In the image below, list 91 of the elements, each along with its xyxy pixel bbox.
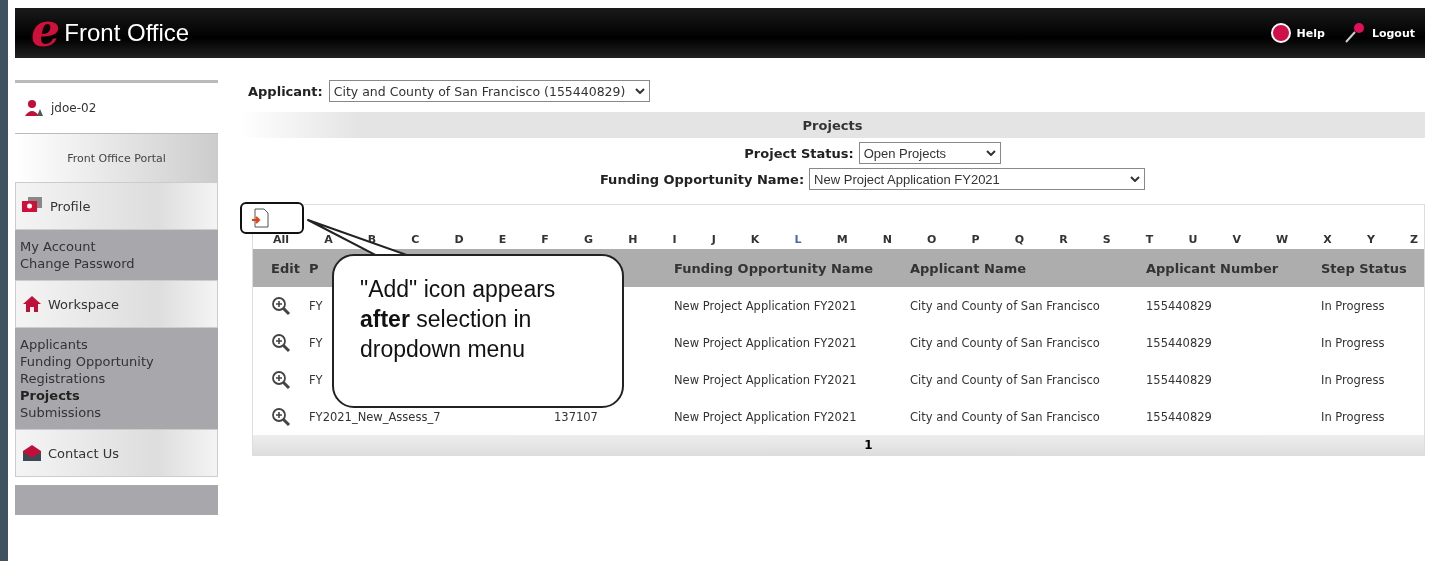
column-header: Applicant Name — [910, 260, 1027, 276]
filter-dropdown[interactable]: Open Projects — [858, 142, 1001, 164]
sidebar-section[interactable]: Profile — [15, 182, 218, 230]
add-document-icon — [252, 208, 270, 228]
zoom-icon[interactable] — [271, 332, 291, 353]
table-cell: In Progress — [1321, 372, 1385, 387]
filter-dropdown[interactable]: New Project Application FY2021 — [809, 168, 1146, 190]
letter-filter[interactable]: Z — [1410, 232, 1418, 246]
column-header: P — [309, 260, 319, 276]
letter-filter[interactable]: E — [498, 232, 507, 246]
applicant-label: Applicant: — [248, 83, 323, 99]
user-name: jdoe-02 — [51, 101, 97, 115]
column-header: Applicant Number — [1146, 260, 1279, 276]
letter-filter[interactable]: O — [927, 232, 937, 246]
letter-filter[interactable]: A — [324, 232, 333, 246]
add-button[interactable] — [240, 202, 304, 234]
letter-filter[interactable]: C — [411, 232, 420, 246]
table-cell: New Project Application FY2021 — [674, 372, 857, 387]
zoom-icon[interactable] — [271, 406, 291, 427]
table-cell: New Project Application FY2021 — [674, 409, 857, 424]
help-icon — [1269, 22, 1292, 44]
profile-icon — [22, 197, 44, 215]
table-cell: FY — [309, 298, 323, 313]
letter-filter[interactable]: F — [541, 232, 549, 246]
key-icon — [1342, 21, 1367, 45]
filter-label: Project Status: — [744, 145, 854, 161]
portal-link[interactable]: Front Office Portal — [15, 133, 218, 182]
letter-filter[interactable]: G — [584, 232, 593, 246]
zoom-icon[interactable] — [271, 295, 291, 316]
mail-icon — [22, 444, 42, 462]
letter-filter[interactable]: N — [882, 232, 892, 246]
letter-filter[interactable]: I — [672, 232, 677, 246]
table-cell: City and County of San Francisco — [910, 335, 1100, 350]
logo-letter: e — [31, 7, 61, 53]
sidebar-link[interactable]: Projects — [20, 387, 213, 404]
letter-filter[interactable]: R — [1059, 232, 1068, 246]
letter-filter[interactable]: T — [1145, 232, 1154, 246]
column-header: Step Status — [1321, 260, 1407, 276]
app-title: Front Office — [64, 19, 190, 47]
page-link[interactable]: 1 — [864, 438, 873, 452]
sidebar-section[interactable]: Workspace — [15, 280, 218, 328]
letter-filter[interactable]: M — [836, 232, 848, 246]
chevron-down-icon — [635, 88, 646, 94]
letter-filter[interactable]: Y — [1366, 232, 1375, 246]
column-header: Funding Opportunity Name — [674, 260, 873, 276]
table-cell: In Progress — [1321, 409, 1385, 424]
letter-filter[interactable]: All — [273, 232, 290, 246]
table-cell: In Progress — [1321, 335, 1385, 350]
sidebar-link[interactable]: Change Password — [20, 255, 213, 272]
applicant-dropdown[interactable]: City and County of San Francisco (155440829) — [328, 80, 651, 102]
chevron-down-icon — [1130, 176, 1141, 182]
sidebar-link[interactable]: Submissions — [20, 404, 213, 421]
home-icon — [22, 295, 42, 313]
table-cell: City and County of San Francisco — [910, 298, 1100, 313]
letter-filter[interactable]: H — [628, 232, 638, 246]
letter-filter[interactable]: S — [1102, 232, 1111, 246]
table-cell: FY — [309, 372, 323, 387]
column-header: Edit — [271, 260, 300, 276]
letter-filter[interactable]: U — [1188, 232, 1198, 246]
zoom-icon[interactable] — [271, 369, 291, 390]
sidebar-section[interactable]: Contact Us — [15, 429, 218, 477]
chevron-down-icon — [985, 150, 996, 156]
user-icon — [25, 100, 45, 116]
filter-label: Funding Opportunity Name: — [599, 171, 805, 187]
table-cell: 155440829 — [1146, 372, 1212, 387]
table-cell: 137107 — [554, 409, 598, 424]
callout-text: "Add" icon appears after selection in dropdown menu — [360, 276, 556, 362]
table-cell: New Project Application FY2021 — [674, 298, 857, 313]
letter-filter[interactable]: P — [971, 232, 980, 246]
table-cell: 155440829 — [1146, 298, 1212, 313]
table-cell: FY — [309, 335, 323, 350]
sidebar-link[interactable]: My Account — [20, 238, 213, 255]
letter-filter[interactable]: L — [794, 232, 802, 246]
table-cell: City and County of San Francisco — [910, 372, 1100, 387]
letter-filter[interactable]: J — [711, 232, 716, 246]
letter-filter[interactable]: V — [1232, 232, 1241, 246]
table-cell: In Progress — [1321, 298, 1385, 313]
sidebar-link[interactable]: Funding Opportunity Registrations — [20, 353, 213, 387]
letter-filter[interactable]: D — [454, 232, 464, 246]
letter-filter[interactable]: K — [750, 232, 760, 246]
letter-filter[interactable]: X — [1323, 232, 1332, 246]
table-cell: FY2021_New_Assess_7 — [309, 409, 441, 424]
table-cell: New Project Application FY2021 — [674, 335, 857, 350]
table-cell: 155440829 — [1146, 409, 1212, 424]
letter-filter[interactable]: Q — [1014, 232, 1024, 246]
table-cell: 155440829 — [1146, 335, 1212, 350]
letter-filter[interactable]: W — [1276, 232, 1289, 246]
header-link[interactable]: Help — [1269, 21, 1325, 45]
table-cell: City and County of San Francisco — [910, 409, 1100, 424]
header-link[interactable]: Logout — [1342, 21, 1415, 45]
sidebar-link[interactable]: Applicants — [20, 336, 213, 353]
